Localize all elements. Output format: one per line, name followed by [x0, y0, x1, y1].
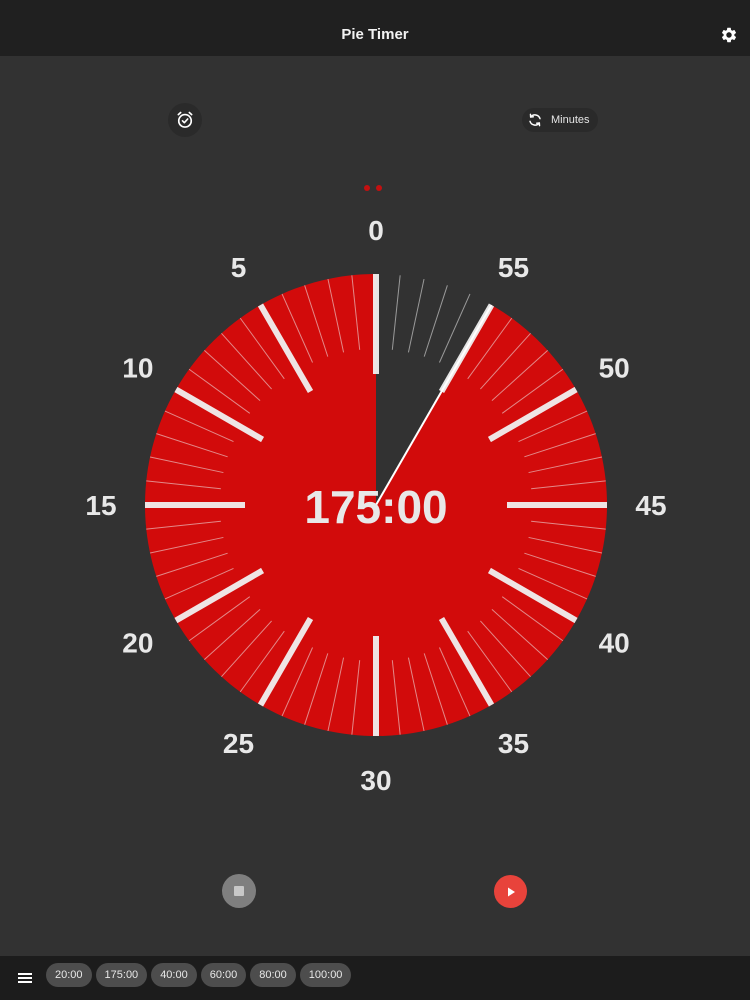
dial-label: 40 [599, 628, 630, 659]
dial-label: 0 [368, 215, 384, 246]
dial-label: 25 [223, 728, 254, 759]
pie-timer-app: Pie Timer Minutes 0 55 50 45 40 35 30 25… [0, 0, 750, 1000]
time-display: 175:00 [304, 481, 447, 533]
dial-label: 5 [231, 252, 247, 283]
dial-label: 30 [360, 765, 391, 796]
preset-chip[interactable]: 80:00 [250, 963, 296, 987]
stop-icon [234, 886, 244, 896]
dial-label: 20 [122, 628, 153, 659]
pie-timer-dial[interactable]: 0 55 50 45 40 35 30 25 20 15 10 5 175:00 [0, 0, 750, 860]
minor-tick [391, 275, 401, 350]
preset-chip[interactable]: 20:00 [46, 963, 92, 987]
preset-chip[interactable]: 60:00 [200, 963, 247, 987]
dial-label: 35 [498, 728, 529, 759]
dial-label: 50 [599, 353, 630, 384]
dial-label: 10 [122, 353, 153, 384]
minor-tick [423, 285, 448, 357]
preset-chip[interactable]: 40:00 [151, 963, 197, 987]
play-button[interactable] [494, 875, 527, 908]
preset-chip[interactable]: 175:00 [95, 963, 148, 987]
menu-button[interactable] [15, 968, 35, 988]
hamburger-menu-icon [18, 973, 32, 983]
dial-label: 15 [85, 490, 116, 521]
preset-chip[interactable]: 100:00 [299, 963, 352, 987]
minor-tick [407, 278, 425, 353]
bottom-bar: 20:00 175:00 40:00 60:00 80:00 100:00 [0, 956, 750, 1000]
dial-label: 55 [498, 252, 529, 283]
dial-label: 45 [635, 490, 666, 521]
play-icon [507, 887, 515, 896]
preset-list: 20:00 175:00 40:00 60:00 80:00 100:00 [46, 963, 355, 987]
stop-button[interactable] [222, 874, 256, 908]
